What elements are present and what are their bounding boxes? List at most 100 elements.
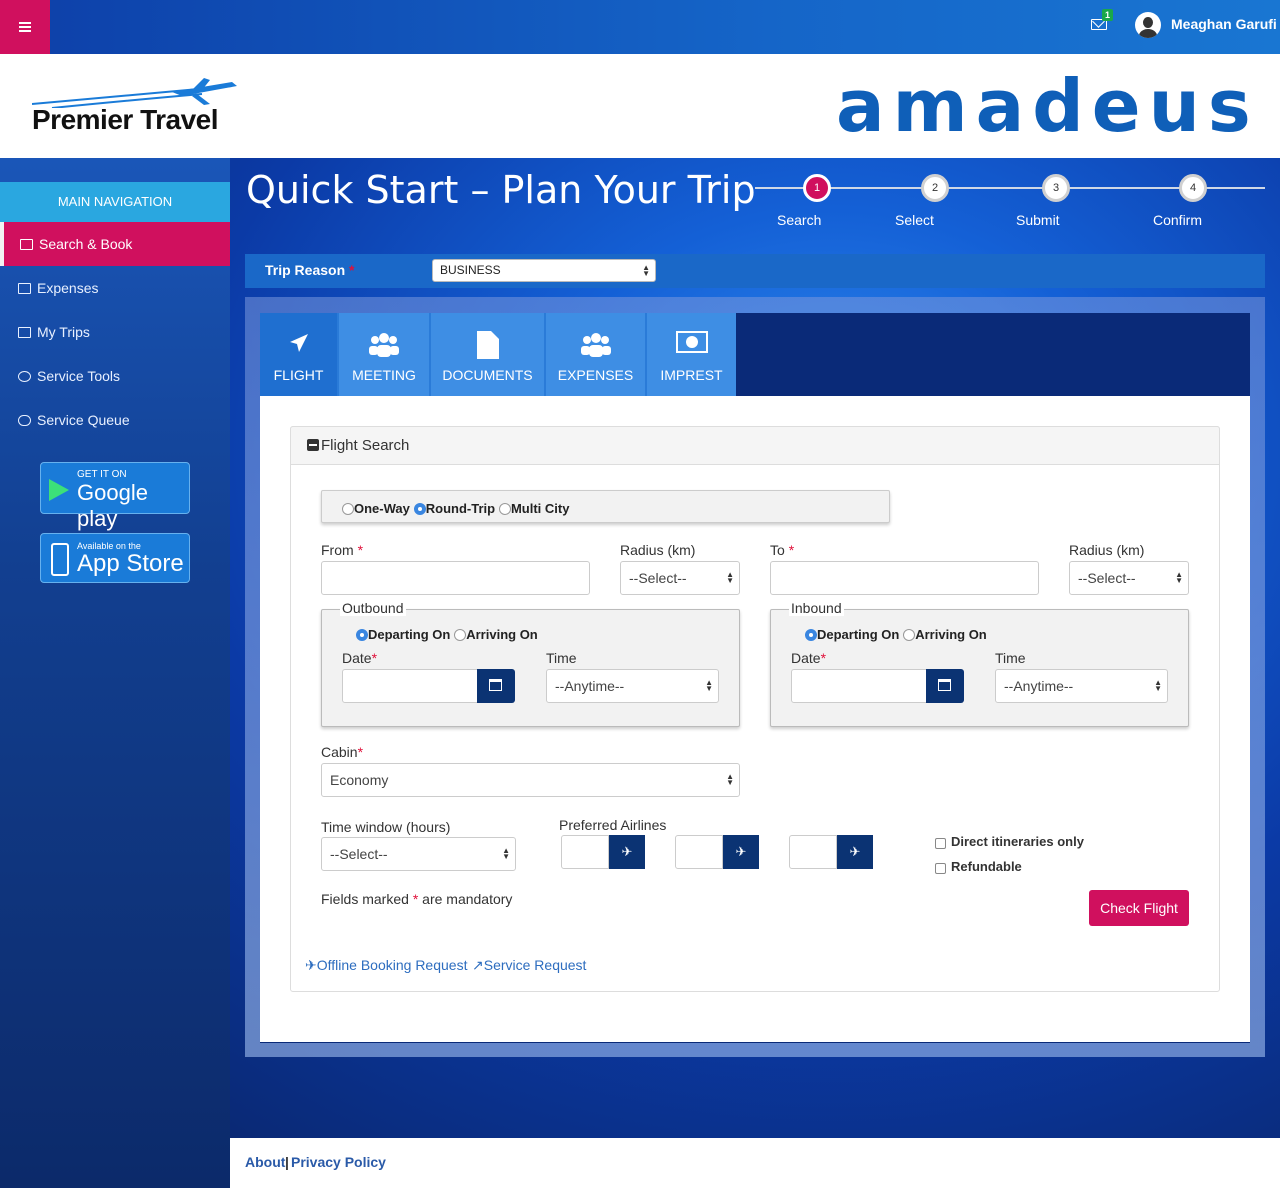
outbound-date-input[interactable] [342,669,478,703]
from-label: From * [321,542,364,558]
document-icon [476,331,499,362]
footer-separator: | [285,1154,289,1170]
radius-label-to: Radius (km) [1069,542,1145,558]
hamburger-icon [19,22,31,32]
mail-count-badge: 1 [1102,9,1114,21]
check-flight-button[interactable]: Check Flight [1089,890,1189,926]
airplane-icon: ✈ [849,844,861,859]
preferred-airlines-label: Preferred Airlines [559,817,667,833]
select-arrows-icon: ▲ ▼ [642,262,650,278]
tab-imprest[interactable]: IMPREST [647,313,736,396]
booking-tabs: FLIGHT MEETING DOCUMENTS EXPENSES IMPRES… [260,313,736,396]
refundable-checkbox[interactable] [935,863,946,874]
preferred-airline-input-3[interactable] [789,835,837,869]
users-icon [580,331,611,362]
service-request-link[interactable]: ↗Service Request [472,957,586,974]
outbound-arriving-radio[interactable] [454,629,467,641]
footer [230,1138,1280,1188]
calendar-icon [938,679,951,691]
user-name[interactable]: Meaghan Garufi [1171,16,1277,32]
direct-itineraries-checkbox[interactable] [935,838,946,849]
mandatory-note: Fields marked * are mandatory [321,891,513,907]
outbound-calendar-button[interactable] [477,669,515,703]
trip-reason-select[interactable]: BUSINESS ▲ ▼ [432,259,656,282]
airplane-icon: ✈ [735,844,747,859]
step-select: 2 Select [895,174,975,228]
outbound-time-label: Time [546,650,577,666]
sidebar-item-my-trips[interactable]: My Trips [0,310,230,354]
step-search: 1 Search [777,174,857,228]
to-input[interactable] [770,561,1039,595]
sidebar-item-service-tools[interactable]: Service Tools [0,354,230,398]
offline-booking-link[interactable]: ✈Offline Booking Request [305,957,467,974]
mail-button[interactable]: 1 [1090,9,1114,35]
money-icon [675,331,708,356]
airplane-icon: ✈ [305,957,317,973]
tab-expenses[interactable]: EXPENSES [546,313,647,396]
money-icon [18,282,31,294]
gears-icon [18,370,31,382]
edit-icon [20,238,33,250]
inbound-departing-radio[interactable] [805,629,817,641]
cabin-label: Cabin* [321,744,364,760]
iphone-icon [51,543,69,576]
airplane-icon: ✈ [621,844,633,859]
outbound-date-label: Date* [342,650,378,666]
list-icon [18,326,31,338]
inbound-mode: Departing On Arriving On [805,626,987,642]
top-bar [0,0,1280,54]
airplane-icon [287,331,311,358]
tab-flight[interactable]: FLIGHT [260,313,339,396]
time-window-select[interactable]: --Select-- ▲ ▼ [321,837,516,871]
inbound-time-select[interactable]: --Anytime-- ▲ ▼ [995,669,1168,703]
multi-city-radio[interactable] [498,503,511,515]
handshake-icon [18,414,31,426]
trip-reason-bar [245,254,1265,288]
preferred-airline-input-1[interactable] [561,835,609,869]
radius-select-to[interactable]: --Select-- ▲ ▼ [1069,561,1189,595]
step-confirm: 4 Confirm [1153,174,1233,228]
tab-meeting[interactable]: MEETING [339,313,431,396]
outbound-time-select[interactable]: --Anytime-- ▲ ▼ [546,669,719,703]
flight-search-header[interactable]: Flight Search [290,426,1220,465]
inbound-calendar-button[interactable] [926,669,964,703]
page-title: Quick Start – Plan Your Trip [246,168,756,212]
premier-travel-logo: Premier Travel [32,78,242,138]
sidebar-item-expenses[interactable]: Expenses [0,266,230,310]
inbound-date-label: Date* [791,650,827,666]
inbound-arriving-radio[interactable] [903,629,916,641]
tab-documents[interactable]: DOCUMENTS [431,313,546,396]
from-input[interactable] [321,561,590,595]
privacy-policy-link[interactable]: Privacy Policy [291,1154,386,1170]
google-play-badge[interactable]: GET IT ON Google play [40,462,190,531]
step-submit: 3 Submit [1016,174,1096,228]
radius-select-from[interactable]: --Select-- ▲ ▼ [620,561,740,595]
app-store-badge[interactable]: Available on the App Store [40,533,190,583]
time-window-label: Time window (hours) [321,819,451,835]
users-icon [369,331,399,362]
round-trip-radio[interactable] [413,503,426,515]
trip-reason-label: Trip Reason * [265,262,355,278]
preferred-airline-input-2[interactable] [675,835,723,869]
play-store-icon [49,479,69,501]
about-link[interactable]: About [245,1154,285,1170]
menu-toggle-button[interactable] [0,0,50,54]
sidebar-item-service-queue[interactable]: Service Queue [0,398,230,442]
outbound-mode: Departing On Arriving On [356,626,538,642]
radius-label-from: Radius (km) [620,542,696,558]
cabin-select[interactable]: Economy ▲ ▼ [321,763,740,797]
inbound-date-input[interactable] [791,669,927,703]
one-way-radio[interactable] [342,503,354,515]
trip-type-group: One-Way Round-Trip Multi City [321,490,890,523]
user-avatar[interactable] [1135,12,1161,38]
refundable-label: Refundable [951,859,1022,874]
brand-name: Premier Travel [32,104,219,135]
sidebar-item-search-book[interactable]: Search & Book [0,222,230,266]
amadeus-logo: amadeus [836,64,1259,148]
outbound-departing-radio[interactable] [356,629,368,641]
airline-lookup-button-2[interactable]: ✈ [723,835,759,869]
inbound-legend: Inbound [789,600,844,616]
airline-lookup-button-3[interactable]: ✈ [837,835,873,869]
main-navigation-heading: MAIN NAVIGATION [0,182,230,222]
airline-lookup-button-1[interactable]: ✈ [609,835,645,869]
